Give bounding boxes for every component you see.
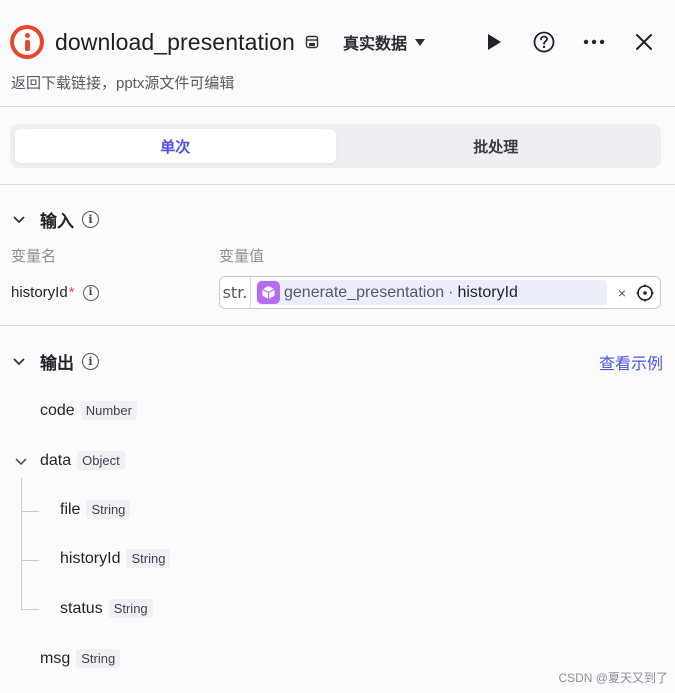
output-section-title: 输出 bbox=[40, 354, 74, 373]
input-section-title: 输入 bbox=[40, 212, 74, 231]
param-name-label: historyId bbox=[11, 284, 68, 301]
cube-icon bbox=[257, 281, 280, 304]
reference-field-name: historyId bbox=[457, 283, 518, 301]
play-icon[interactable] bbox=[483, 31, 505, 53]
info-icon[interactable]: i bbox=[82, 211, 99, 228]
app-logo-icon bbox=[10, 25, 44, 59]
output-section-header[interactable]: 输出 i bbox=[12, 349, 99, 374]
output-field-data: data Object bbox=[40, 451, 125, 470]
node-title: download_presentation bbox=[55, 28, 295, 55]
output-field-name: code bbox=[40, 401, 75, 419]
divider bbox=[0, 184, 675, 185]
target-icon[interactable] bbox=[636, 284, 654, 302]
output-field-code: code Number bbox=[40, 401, 137, 420]
node-detail-panel: download_presentation 真实数据 返回下载链接，pptx源文… bbox=[0, 0, 675, 693]
caret-down-icon bbox=[415, 38, 425, 46]
output-field-type: String bbox=[76, 649, 121, 668]
input-section-header[interactable]: 输入 i bbox=[12, 207, 99, 232]
output-field-name: msg bbox=[40, 649, 71, 667]
variable-reference-chip[interactable]: generate_presentation · historyId bbox=[256, 280, 607, 305]
output-field-type: String bbox=[86, 500, 131, 519]
tree-connector bbox=[21, 478, 22, 610]
store-icon[interactable] bbox=[305, 35, 319, 49]
tree-connector bbox=[21, 560, 39, 561]
info-icon[interactable]: i bbox=[82, 284, 99, 301]
run-mode-tabs: 单次 批处理 bbox=[10, 124, 661, 168]
tree-connector bbox=[21, 609, 39, 610]
reference-node-name: generate_presentation bbox=[284, 283, 445, 301]
divider bbox=[0, 106, 675, 107]
info-icon[interactable]: i bbox=[82, 353, 99, 370]
output-field-type: String bbox=[126, 549, 171, 568]
output-field-type: String bbox=[108, 599, 153, 618]
param-name-historyid: historyId * i bbox=[11, 284, 99, 301]
data-mode-label: 真实数据 bbox=[342, 36, 407, 53]
data-mode-select[interactable]: 真实数据 bbox=[343, 30, 425, 54]
variable-value-input[interactable]: str. generate_presentation · historyId × bbox=[219, 276, 661, 309]
output-field-type: Object bbox=[77, 451, 125, 470]
output-field-name: historyId bbox=[60, 549, 121, 567]
tab-batch[interactable]: 批处理 bbox=[336, 129, 657, 163]
required-mark: * bbox=[68, 284, 75, 301]
reference-separator: · bbox=[448, 283, 454, 301]
output-field-status: status String bbox=[60, 599, 153, 618]
help-icon[interactable] bbox=[533, 31, 555, 53]
watermark: CSDN @夏天又到了 bbox=[558, 671, 668, 685]
output-field-msg: msg String bbox=[40, 649, 121, 668]
output-field-name: status bbox=[60, 599, 103, 617]
panel-header: download_presentation 真实数据 bbox=[10, 22, 655, 62]
chevron-down-icon[interactable] bbox=[14, 455, 28, 469]
node-description: 返回下载链接，pptx源文件可编辑 bbox=[11, 75, 235, 92]
more-icon[interactable] bbox=[583, 31, 605, 53]
column-label-name: 变量名 bbox=[11, 248, 57, 265]
output-field-file: file String bbox=[60, 500, 131, 519]
output-field-historyid: historyId String bbox=[60, 549, 171, 568]
tree-connector bbox=[21, 511, 39, 512]
tab-single[interactable]: 单次 bbox=[15, 129, 336, 163]
close-icon[interactable] bbox=[633, 31, 655, 53]
view-example-link[interactable]: 查看示例 bbox=[599, 350, 663, 374]
chevron-down-icon[interactable] bbox=[12, 213, 26, 227]
output-field-name: data bbox=[40, 451, 72, 469]
chevron-down-icon[interactable] bbox=[12, 355, 26, 369]
column-label-value: 变量值 bbox=[219, 248, 265, 265]
clear-icon[interactable]: × bbox=[618, 285, 626, 301]
output-field-name: file bbox=[60, 500, 81, 518]
type-tag[interactable]: str. bbox=[220, 277, 251, 308]
divider bbox=[0, 325, 675, 326]
output-field-type: Number bbox=[80, 401, 137, 420]
